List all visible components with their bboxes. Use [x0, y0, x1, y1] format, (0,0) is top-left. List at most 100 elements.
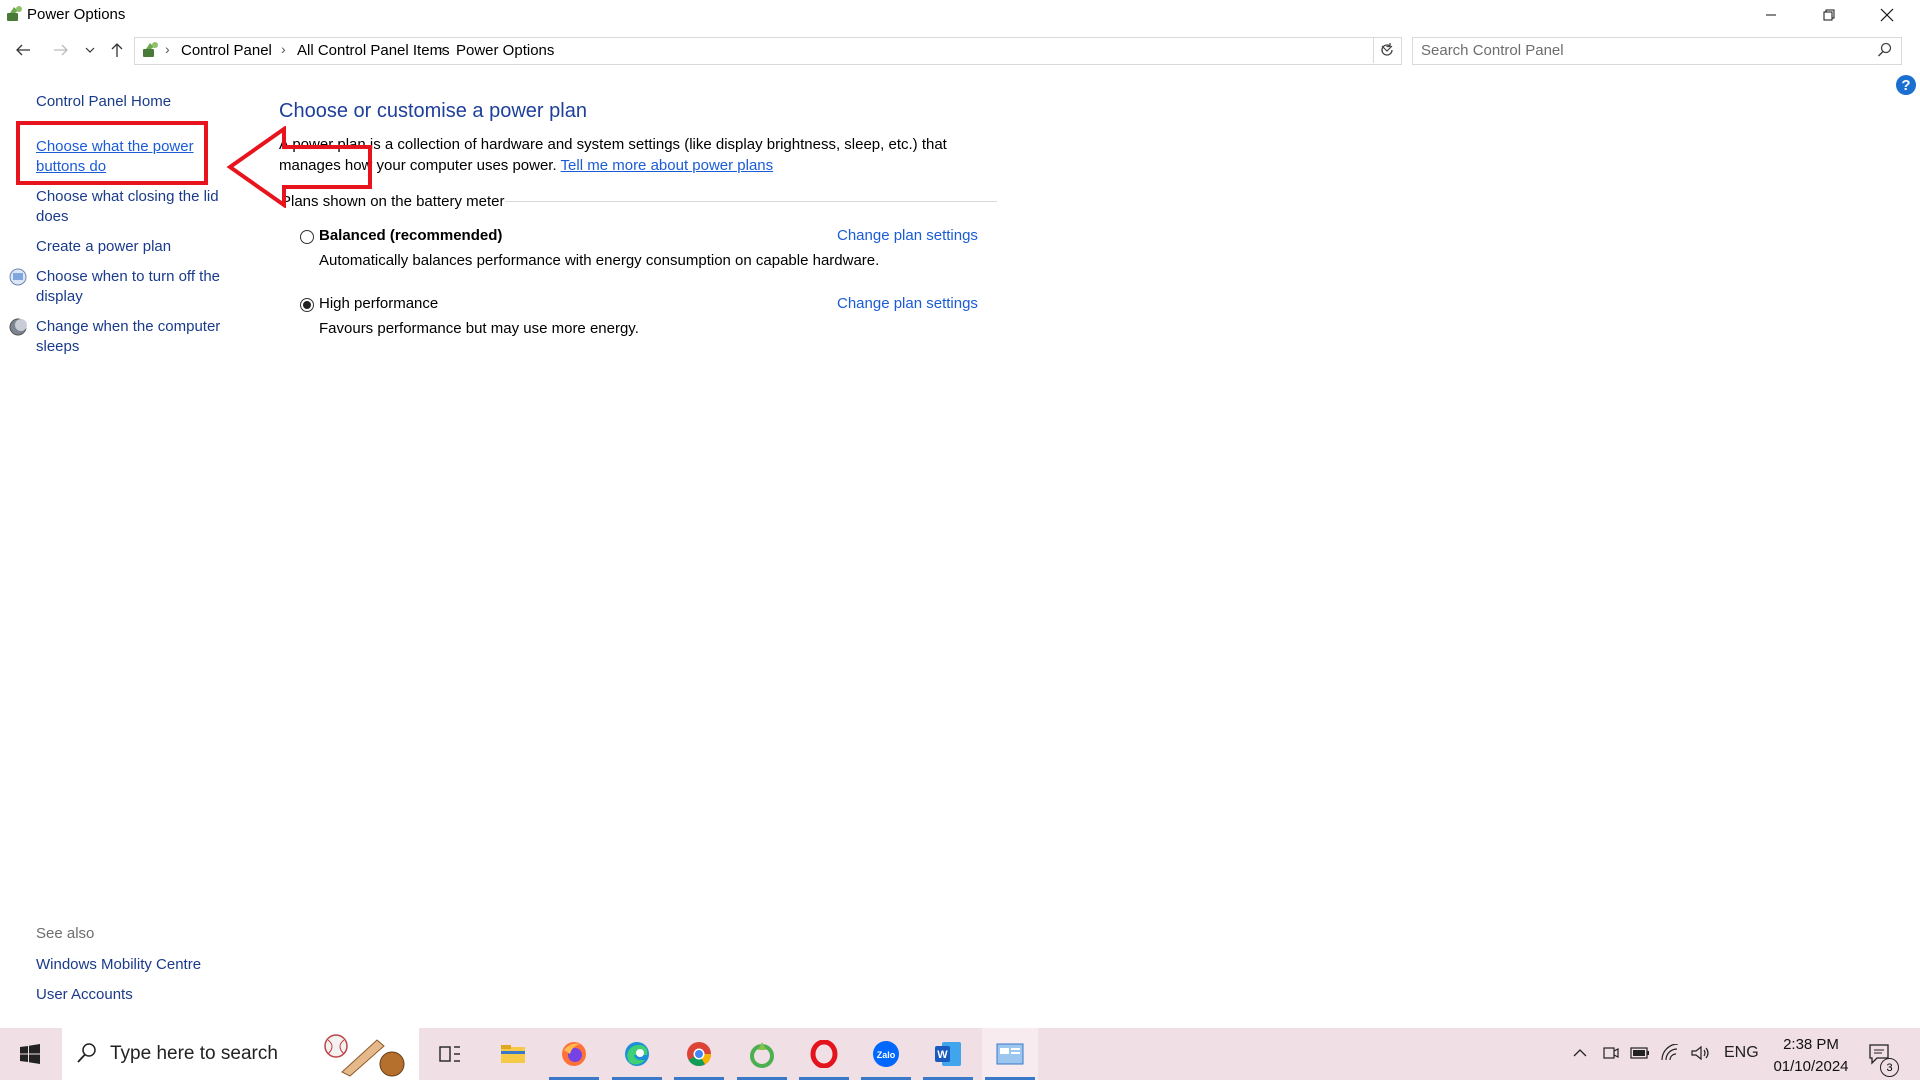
chrome-icon [687, 1042, 711, 1067]
close-icon [1880, 8, 1894, 22]
breadcrumb-all-items[interactable]: All Control Panel Items [297, 42, 450, 59]
title-bar: Power Options [0, 0, 1920, 30]
windows-logo-icon [20, 1044, 40, 1064]
taskbar-zalo[interactable]: Zalo [858, 1028, 914, 1080]
taskbar-search-box[interactable]: Type here to search [62, 1028, 419, 1080]
search-highlight-baseball-icon [324, 1034, 405, 1077]
zalo-icon: Zalo [873, 1041, 899, 1067]
coccoc-browser-icon [750, 1042, 774, 1068]
taskbar-opera[interactable] [796, 1028, 852, 1080]
change-plan-settings-high-performance[interactable]: Change plan settings [837, 295, 978, 312]
power-options-icon [7, 6, 22, 21]
red-arrow-annotation-icon [226, 126, 372, 208]
search-box[interactable] [1412, 37, 1902, 65]
sidebar-item-sleep[interactable]: Change when the computer sleeps [36, 317, 226, 357]
firefox-icon [562, 1042, 586, 1066]
control-panel-icon [143, 42, 158, 57]
address-bar[interactable]: › Control Panel › All Control Panel Item… [134, 37, 1402, 65]
help-icon[interactable]: ? [1896, 75, 1916, 95]
back-arrow-icon [16, 44, 30, 56]
change-plan-settings-balanced[interactable]: Change plan settings [837, 227, 978, 244]
svg-text:W: W [937, 1049, 948, 1061]
volume-icon[interactable] [1690, 1044, 1710, 1062]
breadcrumb-power-options[interactable]: Power Options [456, 42, 554, 59]
user-accounts-link[interactable]: User Accounts [36, 985, 133, 1005]
restore-button[interactable] [1800, 0, 1858, 30]
clock-time: 2:38 PM [1783, 1036, 1839, 1053]
plan-description-high-performance: Favours performance but may use more ene… [319, 320, 639, 337]
opera-icon [810, 1040, 838, 1068]
sidebar-item-label: Choose what closing the lid [36, 188, 219, 205]
taskbar-control-panel[interactable] [982, 1028, 1038, 1080]
language-indicator[interactable]: ENG [1724, 1044, 1759, 1062]
taskbar-file-explorer[interactable] [485, 1028, 541, 1080]
plan-description-balanced: Automatically balances performance with … [319, 252, 880, 269]
restore-icon [1823, 9, 1835, 21]
display-settings-icon [9, 268, 27, 286]
see-also-heading: See also [36, 925, 95, 942]
forward-arrow-icon [54, 44, 68, 56]
search-input[interactable] [1413, 38, 1861, 62]
chevron-down-icon [85, 47, 95, 53]
sidebar-item-label: display [36, 288, 83, 305]
sidebar-item-create-plan[interactable]: Create a power plan [36, 237, 171, 257]
taskbar-clock[interactable]: 2:38 PM 01/10/2024 [1766, 1034, 1856, 1078]
up-button[interactable] [104, 37, 130, 63]
sidebar-item-lid-close[interactable]: Choose what closing the lid does [36, 187, 226, 227]
breadcrumb-control-panel[interactable]: Control Panel [181, 42, 272, 59]
sleep-moon-icon [9, 318, 27, 336]
clock-date: 01/10/2024 [1773, 1058, 1849, 1075]
back-button[interactable] [10, 37, 36, 63]
edge-icon [625, 1042, 649, 1066]
refresh-button[interactable] [1373, 37, 1400, 63]
taskbar: Type here to search Zalo W ENG 2:38 PM 0… [0, 1028, 1920, 1080]
window-title: Power Options [27, 6, 126, 23]
recent-locations-button[interactable] [80, 37, 100, 63]
radio-balanced[interactable] [300, 230, 314, 244]
task-view-button[interactable] [422, 1028, 478, 1080]
search-icon [77, 1043, 96, 1063]
minimize-button[interactable] [1742, 0, 1800, 30]
sidebar-item-label: sleeps [36, 338, 80, 355]
taskbar-word[interactable]: W [920, 1028, 976, 1080]
word-icon: W [935, 1042, 961, 1066]
sidebar-item-label: Change when the computer [36, 318, 221, 335]
wifi-icon[interactable] [1660, 1044, 1680, 1062]
forward-button[interactable] [48, 37, 74, 63]
breadcrumb-separator-icon: › [440, 41, 445, 57]
power-plans-help-link[interactable]: Tell me more about power plans [561, 157, 774, 174]
plan-name-high-performance[interactable]: High performance [319, 295, 438, 312]
sidebar-item-display-off[interactable]: Choose when to turn off the display [36, 267, 226, 307]
up-arrow-icon [111, 43, 123, 57]
group-divider [505, 201, 997, 202]
taskbar-edge[interactable] [609, 1028, 665, 1080]
task-view-icon [439, 1046, 460, 1062]
sidebar-item-label: Create a power plan [36, 238, 172, 255]
control-panel-home-link[interactable]: Control Panel Home [36, 92, 171, 112]
control-panel-window-icon [996, 1043, 1024, 1065]
show-hidden-icons-chevron-up-icon[interactable] [1572, 1047, 1588, 1059]
meet-now-icon[interactable] [1602, 1044, 1620, 1062]
close-button[interactable] [1858, 0, 1916, 30]
plan-name-balanced[interactable]: Balanced (recommended) [319, 227, 502, 244]
taskbar-coccoc[interactable] [734, 1028, 790, 1080]
svg-text:Zalo: Zalo [877, 1050, 896, 1060]
breadcrumb-separator-icon: › [281, 41, 286, 57]
notification-count-badge: 3 [1880, 1058, 1899, 1077]
battery-icon[interactable] [1630, 1045, 1650, 1061]
start-button[interactable] [0, 1028, 60, 1080]
sidebar-item-label: Choose when to turn off the [36, 268, 221, 285]
mobility-centre-link[interactable]: Windows Mobility Centre [36, 955, 201, 975]
refresh-icon [1381, 43, 1393, 56]
file-explorer-icon [501, 1045, 525, 1063]
page-title: Choose or customise a power plan [279, 100, 587, 122]
taskbar-firefox[interactable] [546, 1028, 602, 1080]
radio-high-performance[interactable] [300, 298, 314, 312]
intro-line1: A power plan is a collection of hardware… [279, 136, 947, 153]
minimize-icon [1766, 14, 1776, 16]
taskbar-chrome[interactable] [671, 1028, 727, 1080]
search-icon[interactable] [1877, 42, 1893, 58]
highlight-annotation-box [16, 121, 208, 185]
intro-text: A power plan is a collection of hardware… [279, 134, 1019, 176]
sidebar-item-label: does [36, 208, 69, 225]
